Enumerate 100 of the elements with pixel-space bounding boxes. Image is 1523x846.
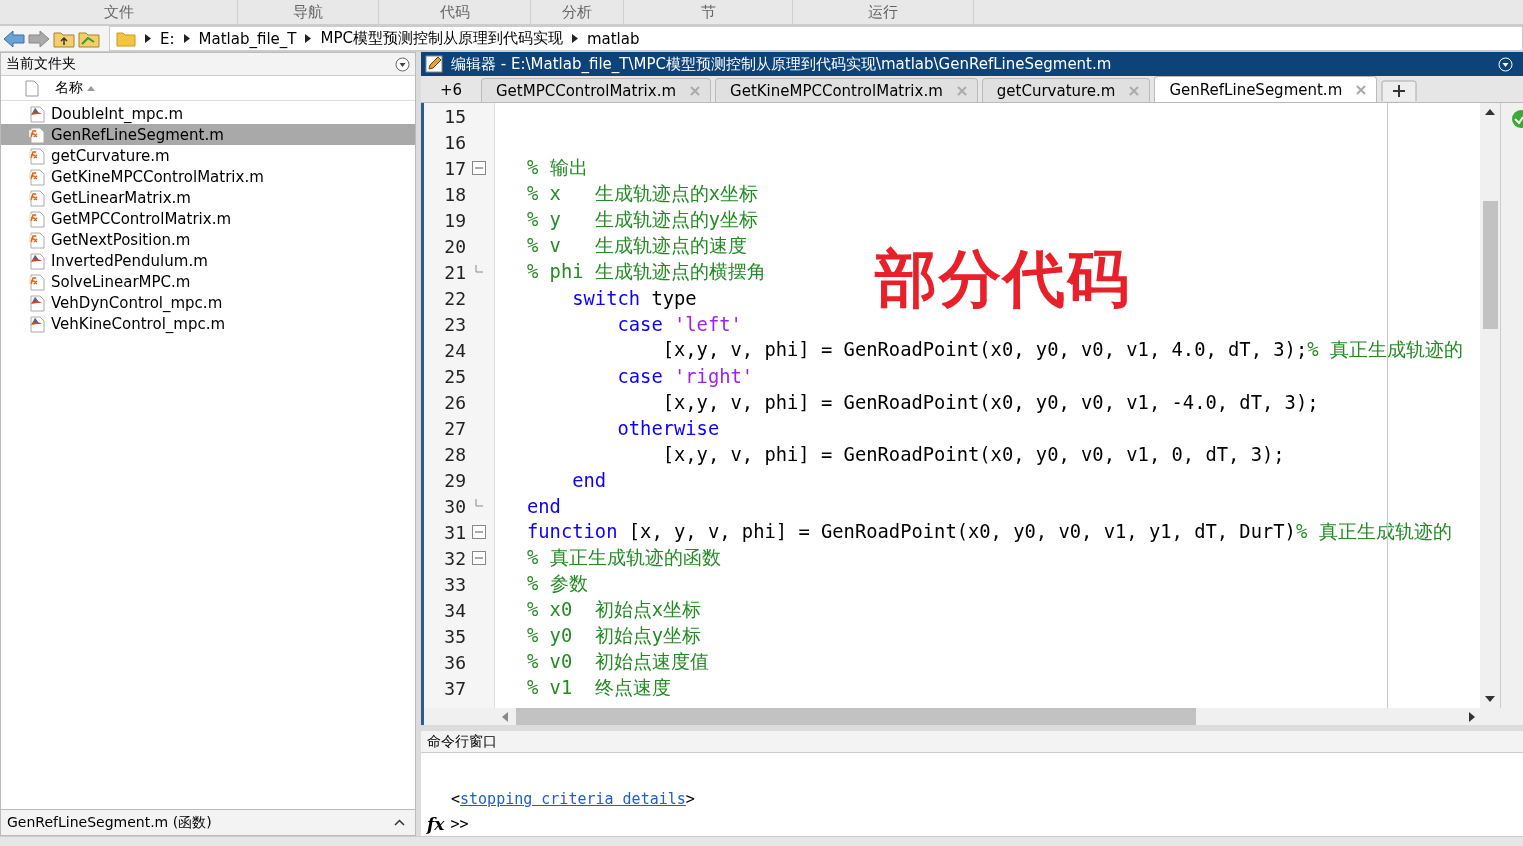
browse-folder-icon[interactable] [78,29,100,48]
new-tab-icon[interactable] [1381,80,1418,102]
folder-icon [116,30,136,47]
horizontal-scrollbar[interactable] [424,708,1523,725]
selection-info: GenRefLineSegment.m (函数) [7,813,212,832]
line-number: 29 [443,469,466,491]
line-number: 33 [443,573,466,595]
code-line: % x0 初始点x坐标 [527,598,702,622]
scroll-left-icon[interactable] [502,711,508,722]
panel-title: 命令行窗口 [427,732,497,751]
function-file-icon [28,125,46,144]
ribbon-tab[interactable]: 文件 [0,0,238,24]
editor-tab[interactable]: GetKineMPCControlMatrix.m [715,78,978,102]
ribbon-tab[interactable]: 运行 [793,0,974,24]
back-arrow-icon[interactable] [3,29,25,48]
breadcrumb[interactable]: matlab [586,29,640,48]
close-icon[interactable] [1356,84,1367,95]
fold-toggle-icon[interactable] [472,161,486,175]
line-number: 17 [443,157,466,179]
line-number: 20 [443,235,466,257]
function-file-icon [28,209,46,228]
chevron-icon [305,34,312,43]
column-header[interactable]: 名称 [55,79,83,97]
code-line: [x,y, v, phi] = GenRoadPoint(x0, y0, v0, v1, 4.0, dT, 3);% 真正生成轨迹的 [661,338,1463,362]
file-row[interactable]: getCurvature.m [1,145,415,166]
scroll-down-icon[interactable] [1485,696,1495,702]
scroll-right-icon[interactable] [1469,711,1475,722]
scroll-thumb[interactable] [1482,201,1498,329]
breadcrumb[interactable]: Matlab_file_T [198,29,297,48]
fold-toggle-icon[interactable] [472,525,486,539]
code-line: % v1 终点速度 [527,676,671,700]
ribbon-tab[interactable]: 节 [624,0,793,24]
document-icon [25,79,39,97]
code-line: end [571,469,607,491]
function-file-icon [28,230,46,249]
breadcrumb[interactable]: E: [160,29,175,48]
fold-toggle-icon[interactable] [472,551,486,565]
file-row[interactable]: GetLinearMatrix.m [1,187,415,208]
function-browser-button[interactable]: fx [427,814,445,834]
script-file-icon [28,251,46,270]
chevron-icon [145,34,151,43]
code-line: switch type [571,287,697,309]
ribbon-tab[interactable]: 分析 [531,0,624,24]
code-line: % y 生成轨迹点的y坐标 [527,208,759,232]
sort-ascending-icon [87,85,95,91]
line-number: 36 [443,651,466,673]
ribbon-tab[interactable]: 导航 [238,0,379,24]
line-number: 37 [443,677,466,699]
annotation-text: 部分代码 [875,241,1131,317]
code-line: [x,y, v, phi] = GenRoadPoint(x0, y0, v0, v1, 0, dT, 3); [661,443,1285,465]
line-number: 16 [443,131,466,153]
breadcrumb[interactable]: MPC模型预测控制从原理到代码实现 [320,29,563,48]
line-number: 26 [443,391,466,413]
file-row[interactable]: DoubleInt_mpc.m [1,103,415,124]
chevron-icon [571,34,578,43]
code-line: % 参数 [527,572,588,596]
code-line: % y0 初始点y坐标 [527,624,702,648]
link[interactable]: stopping criteria details [460,790,686,808]
line-number: 23 [443,313,466,335]
code-line: % x 生成轨迹点的x坐标 [527,182,759,206]
code-line: % phi 生成轨迹点的横摆角 [527,260,766,284]
file-row[interactable]: InvertedPendulum.m [1,250,415,271]
line-number: 24 [443,339,466,361]
editor-tab[interactable]: GetMPCControlMatrix.m [481,78,712,102]
line-number: 32 [443,547,466,569]
line-number: 35 [443,625,466,647]
scroll-up-icon[interactable] [1485,109,1495,115]
code-line: % 真正生成轨迹的函数 [527,546,721,570]
line-number: 18 [443,183,466,205]
code-line: otherwise [616,417,720,439]
editor-tab[interactable]: GenRefLineSegment.m [1154,76,1378,102]
command-prompt[interactable]: >> [450,815,469,833]
editor-tab[interactable]: getCurvature.m [981,78,1151,102]
function-file-icon [28,272,46,291]
code-line: case 'right' [616,365,754,387]
forward-arrow-icon[interactable] [28,29,50,48]
line-number: 19 [443,209,466,231]
folder-up-icon[interactable] [53,29,75,48]
caret-up-icon[interactable] [394,819,405,826]
code-line: [x,y, v, phi] = GenRoadPoint(x0, y0, v0, v1, -4.0, dT, 3); [661,391,1319,413]
file-row[interactable]: VehDynControl_mpc.m [1,292,415,313]
ribbon-tab[interactable]: 代码 [379,0,531,24]
file-row[interactable]: SolveLinearMPC.m [1,271,415,292]
file-row[interactable]: GetNextPosition.m [1,229,415,250]
line-number: 25 [443,365,466,387]
code-line: case 'left' [616,313,742,335]
scroll-thumb[interactable] [516,708,1196,725]
function-file-icon [28,146,46,165]
file-row[interactable]: GetKineMPCControlMatrix.m [1,166,415,187]
dropdown-icon[interactable] [395,56,410,72]
file-row[interactable]: VehKineControl_mpc.m [1,313,415,334]
vertical-scrollbar[interactable] [1480,103,1500,708]
line-number: 22 [443,287,466,309]
line-number: 15 [443,105,466,127]
function-file-icon [28,188,46,207]
code-line: % v 生成轨迹点的速度 [527,234,747,258]
file-row[interactable]: GetMPCControlMatrix.m [1,208,415,229]
line-number: 21 [443,261,466,283]
code-line: end [527,495,561,517]
file-row[interactable]: GenRefLineSegment.m [1,124,415,145]
